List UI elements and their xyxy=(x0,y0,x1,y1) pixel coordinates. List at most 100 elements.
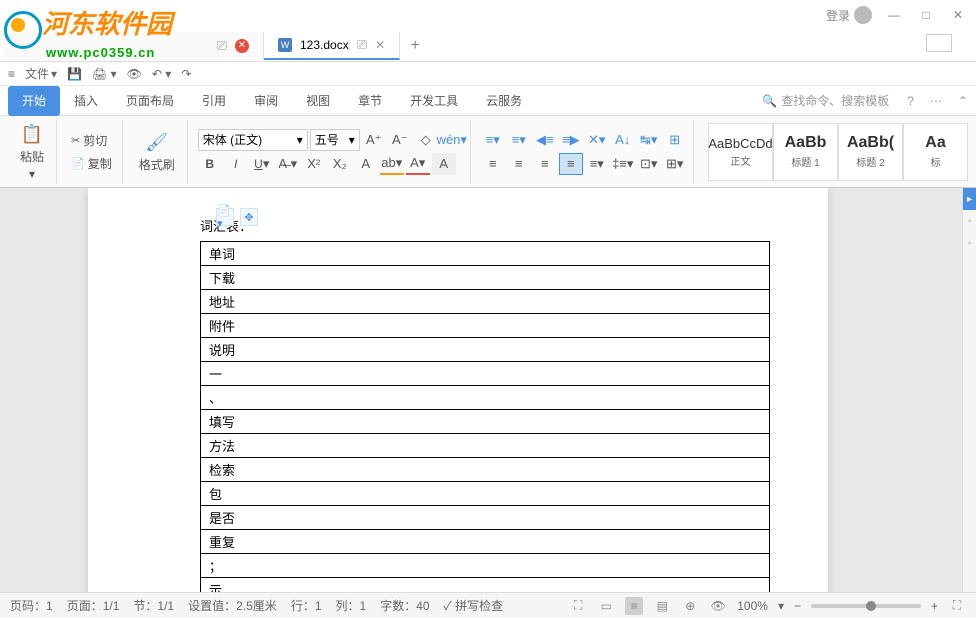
menu-dev[interactable]: 开发工具 xyxy=(396,86,472,116)
status-spell[interactable]: ✓ 拼写检查 xyxy=(444,597,504,614)
minimize-button[interactable]: — xyxy=(884,5,904,25)
undo-icon[interactable]: ↶ ▾ xyxy=(152,67,171,81)
font-select[interactable]: 宋体 (正文)▾ xyxy=(198,129,308,151)
align-left-button[interactable]: ≡ xyxy=(481,153,505,175)
menu-review[interactable]: 审阅 xyxy=(240,86,292,116)
table-cell[interactable]: ； xyxy=(201,554,770,578)
phonetic-icon[interactable]: wén▾ xyxy=(440,129,464,151)
table-cell[interactable]: 单词 xyxy=(201,242,770,266)
menu-ref[interactable]: 引用 xyxy=(188,86,240,116)
subscript-button[interactable]: X₂ xyxy=(328,153,352,175)
zoom-in-button[interactable]: + xyxy=(931,599,938,613)
move-icon[interactable]: ✥ xyxy=(240,208,258,226)
table-cell[interactable]: 检索 xyxy=(201,458,770,482)
table-cell[interactable]: 重复 xyxy=(201,530,770,554)
highlight-button[interactable]: ab▾ xyxy=(380,153,404,175)
search-commands[interactable]: 🔍 查找命令、搜索模板 xyxy=(752,92,899,109)
save-icon[interactable]: 💾 xyxy=(67,67,82,81)
table-cell[interactable]: 示 xyxy=(201,578,770,593)
status-page[interactable]: 页码：1 xyxy=(10,597,53,614)
table-cell[interactable]: 填写 xyxy=(201,410,770,434)
style-option[interactable]: Aa标 xyxy=(903,123,968,181)
view-fullscreen-icon[interactable]: ⛶ xyxy=(569,597,587,615)
tab-close-icon[interactable]: ✕ xyxy=(235,39,249,53)
border-button[interactable]: ⊞ xyxy=(663,129,687,151)
menu-chapter[interactable]: 章节 xyxy=(344,86,396,116)
superscript-button[interactable]: X² xyxy=(302,153,326,175)
table-button[interactable]: ⊞▾ xyxy=(663,153,687,175)
view-page-icon[interactable]: ≡ xyxy=(625,597,643,615)
clear-format-icon[interactable]: ◇ xyxy=(414,129,438,151)
table-cell[interactable]: 方法 xyxy=(201,434,770,458)
menu-start[interactable]: 开始 xyxy=(8,86,60,116)
italic-button[interactable]: I xyxy=(224,153,248,175)
table-cell[interactable]: 是否 xyxy=(201,506,770,530)
line-spacing-button[interactable]: ‡≡▾ xyxy=(611,153,635,175)
tab-1[interactable]: ⎚ ✕ xyxy=(4,32,264,60)
align-right-button[interactable]: ≡ xyxy=(533,153,557,175)
menu-view[interactable]: 视图 xyxy=(292,86,344,116)
increase-font-icon[interactable]: A⁺ xyxy=(362,129,386,151)
collapse-ribbon-button[interactable]: ⌃ xyxy=(950,94,976,108)
menu-cloud[interactable]: 云服务 xyxy=(472,86,536,116)
decrease-indent-button[interactable]: ◀≡ xyxy=(533,129,557,151)
zoom-out-button[interactable]: − xyxy=(794,599,801,613)
status-setting[interactable]: 设置值：2.5厘米 xyxy=(188,597,277,614)
doc-table[interactable]: 单词下载地址附件说明一、填写方法检索包是否重复；示例软件： xyxy=(200,241,770,592)
close-button[interactable]: ✕ xyxy=(948,5,968,25)
format-painter-button[interactable]: 🖌格式刷 xyxy=(133,128,181,175)
login-button[interactable]: 登录 xyxy=(826,6,872,24)
distribute-button[interactable]: ≡▾ xyxy=(585,153,609,175)
style-option[interactable]: AaBbCcDd正文 xyxy=(708,123,773,181)
preview-icon[interactable]: 👁 xyxy=(127,67,142,81)
status-col[interactable]: 列：1 xyxy=(336,597,367,614)
numbering-button[interactable]: ≡▾ xyxy=(507,129,531,151)
tab-button[interactable]: ↹▾ xyxy=(637,129,661,151)
table-cell[interactable]: 一 xyxy=(201,362,770,386)
sort-button[interactable]: A↓ xyxy=(611,129,635,151)
view-read-icon[interactable]: ▭ xyxy=(597,597,615,615)
zoom-slider[interactable] xyxy=(811,604,921,608)
fit-button[interactable]: ⛶ xyxy=(948,597,966,615)
change-case-button[interactable]: A xyxy=(354,153,378,175)
paste-button[interactable]: 📋粘贴 ▾ xyxy=(14,120,50,183)
increase-indent-button[interactable]: ≡▶ xyxy=(559,129,583,151)
style-option[interactable]: AaBb(标题 2 xyxy=(838,123,903,181)
table-cell[interactable]: 、 xyxy=(201,386,770,410)
help-button[interactable]: ? xyxy=(899,94,922,108)
align-center-button[interactable]: ≡ xyxy=(507,153,531,175)
redo-icon[interactable]: ↷ xyxy=(181,67,191,81)
align-justify-button[interactable]: ≡ xyxy=(559,153,583,175)
bold-button[interactable]: B xyxy=(198,153,222,175)
page[interactable]: 📄▾ ✥ 词汇表： 单词下载地址附件说明一、填写方法检索包是否重复；示例软件： xyxy=(88,188,828,592)
sidepanel-tab-2[interactable]: ◦ xyxy=(963,210,976,232)
strike-button[interactable]: A̶ ▾ xyxy=(276,153,300,175)
menu-icon[interactable]: ≡ xyxy=(8,67,15,81)
size-select[interactable]: 五号▾ xyxy=(310,129,360,151)
zoom-value[interactable]: 100% xyxy=(737,599,768,613)
view-web-icon[interactable]: ⊕ xyxy=(681,597,699,615)
sidepanel-tab-3[interactable]: ◦ xyxy=(963,232,976,254)
tab-2[interactable]: W 123.docx ⎚ ✕ xyxy=(264,32,400,60)
more-button[interactable]: ⋯ xyxy=(922,94,950,108)
page-control-icon[interactable]: 📄▾ xyxy=(216,208,234,226)
cut-button[interactable]: ✂ 剪切 xyxy=(67,130,116,151)
text-effect-button[interactable]: ✕▾ xyxy=(585,129,609,151)
menu-insert[interactable]: 插入 xyxy=(60,86,112,116)
menu-layout[interactable]: 页面布局 xyxy=(112,86,188,116)
decrease-font-icon[interactable]: A⁻ xyxy=(388,129,412,151)
file-menu[interactable]: 文件 ▾ xyxy=(25,65,57,82)
table-cell[interactable]: 包 xyxy=(201,482,770,506)
status-row[interactable]: 行：1 xyxy=(291,597,322,614)
underline-button[interactable]: U ▾ xyxy=(250,153,274,175)
status-pages[interactable]: 页面：1/1 xyxy=(67,597,120,614)
bullets-button[interactable]: ≡▾ xyxy=(481,129,505,151)
table-cell[interactable]: 说明 xyxy=(201,338,770,362)
print-icon[interactable]: 🖨 ▾ xyxy=(92,67,117,81)
new-tab-button[interactable]: + xyxy=(400,32,430,60)
fill-button[interactable]: ⊡▾ xyxy=(637,153,661,175)
font-color-button[interactable]: A▾ xyxy=(406,153,430,175)
view-outline-icon[interactable]: ▤ xyxy=(653,597,671,615)
table-cell[interactable]: 地址 xyxy=(201,290,770,314)
status-section[interactable]: 节：1/1 xyxy=(133,597,174,614)
